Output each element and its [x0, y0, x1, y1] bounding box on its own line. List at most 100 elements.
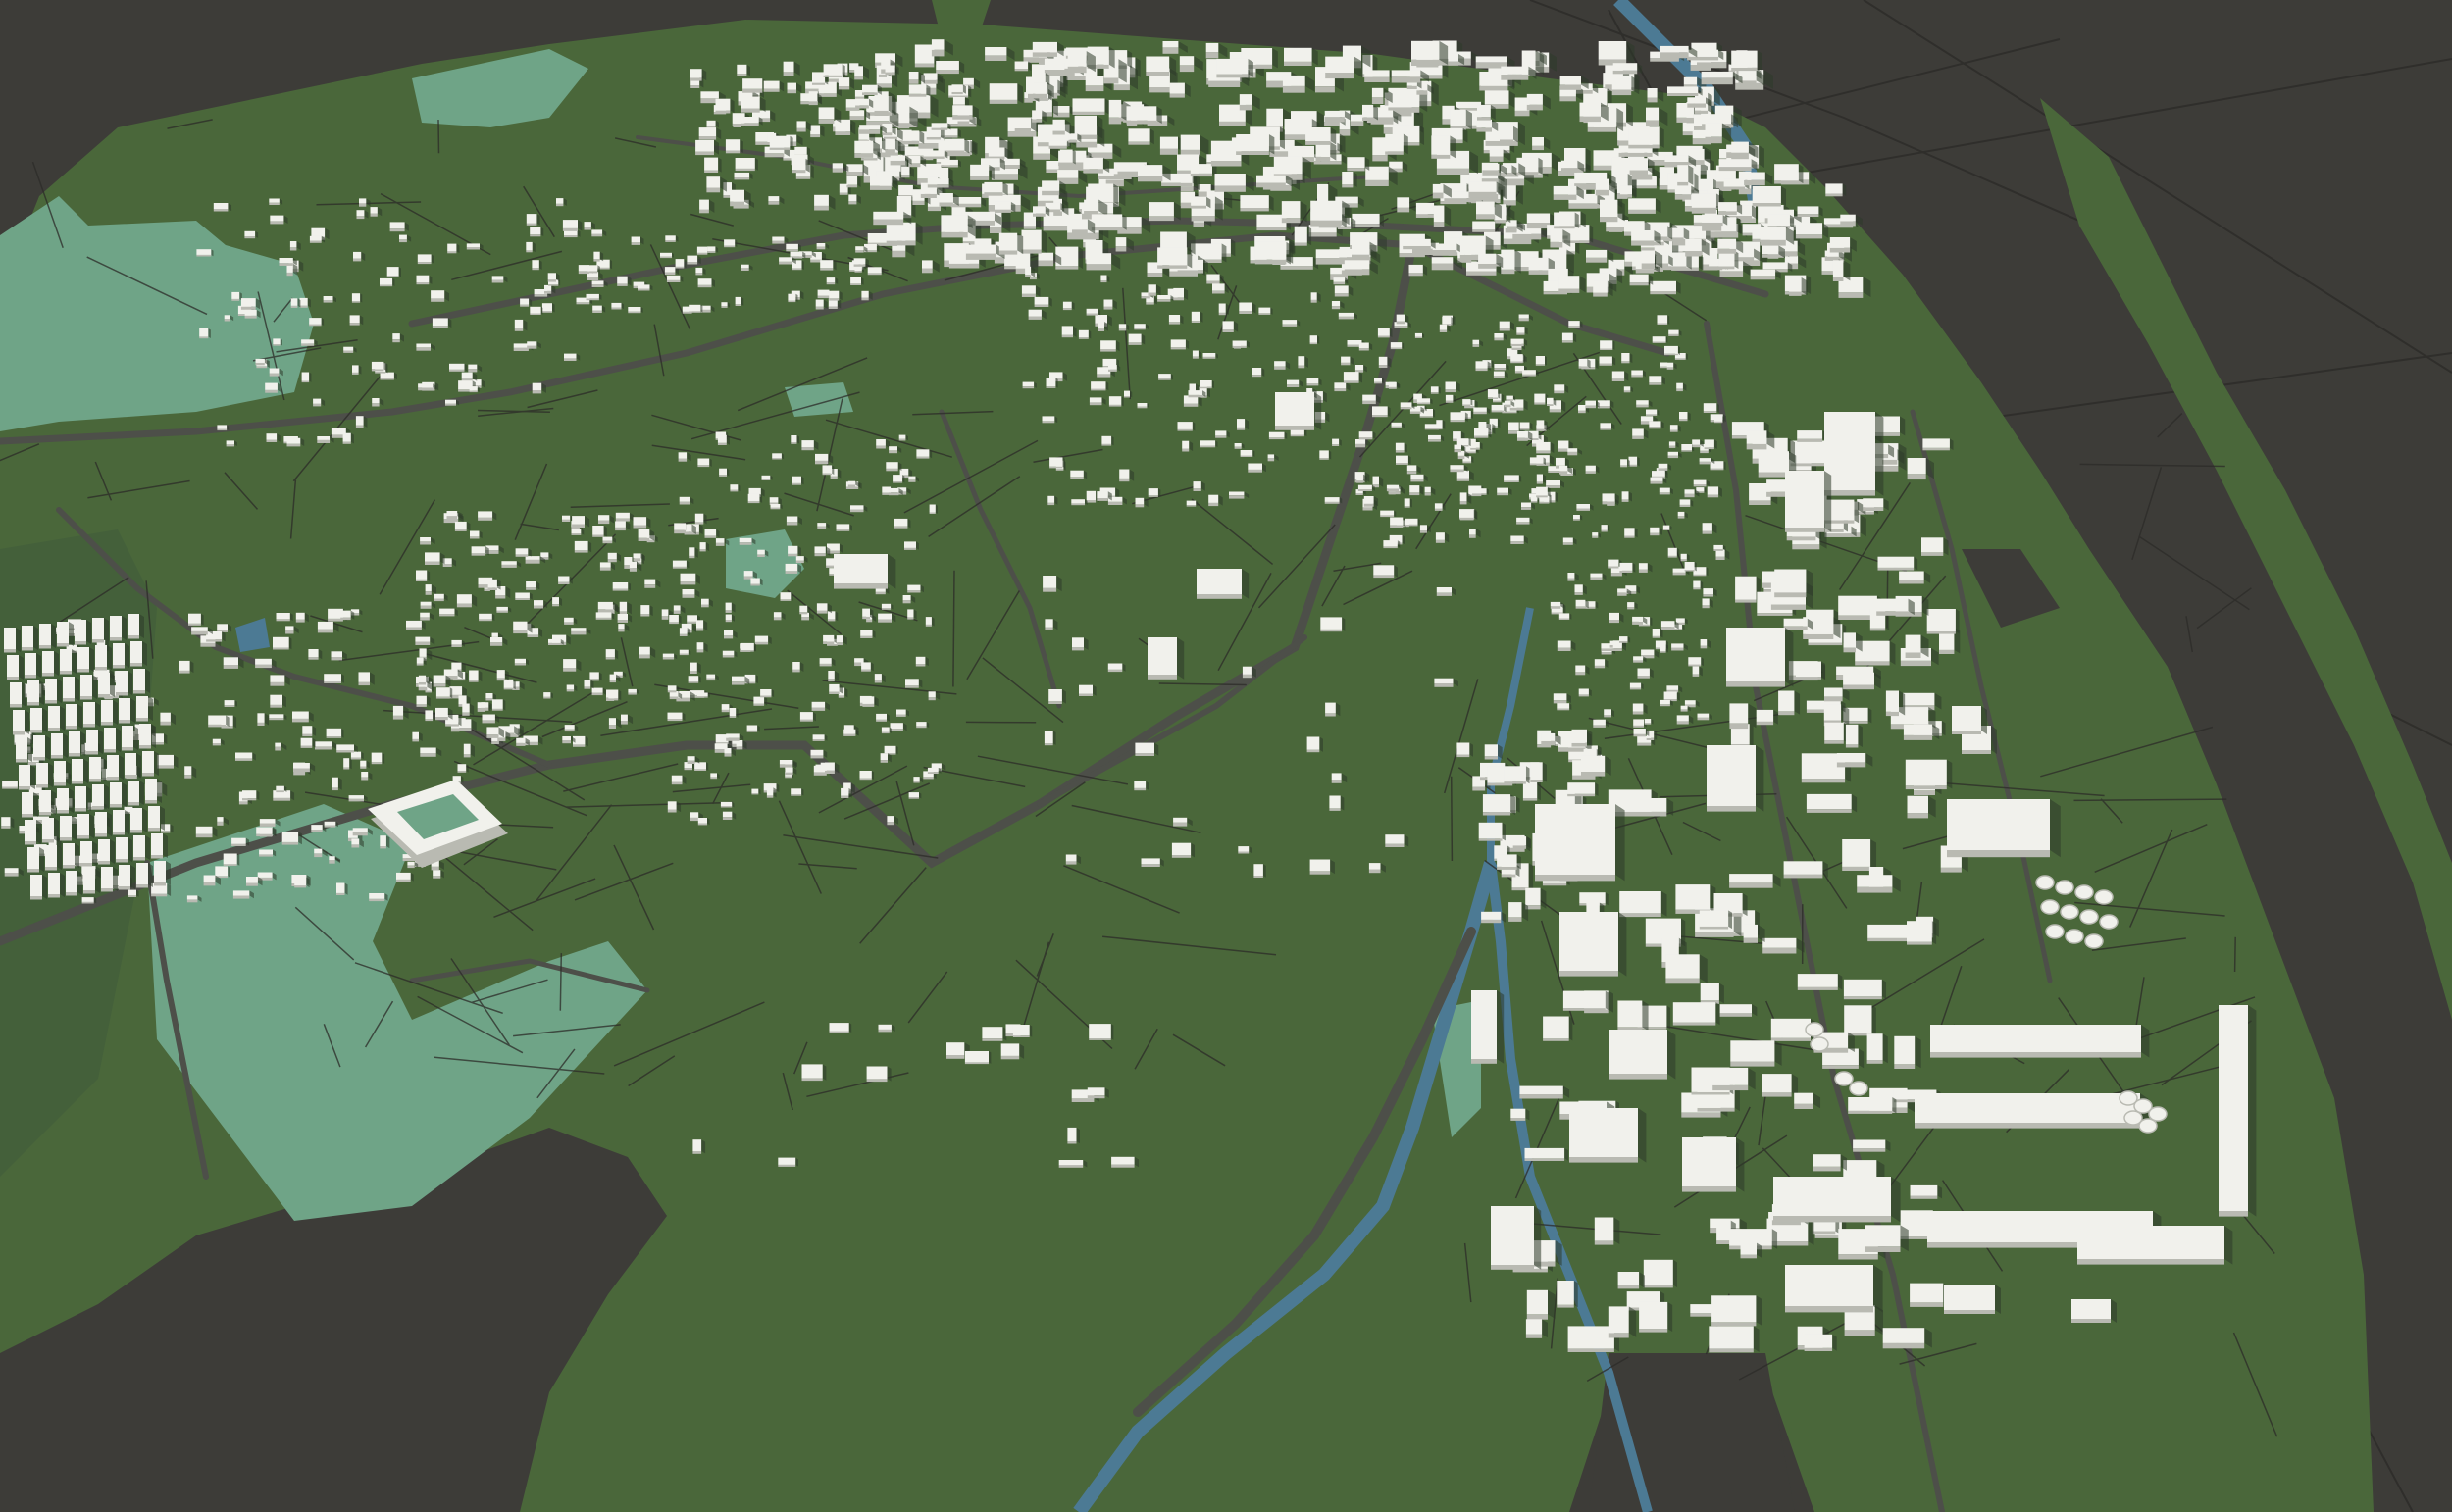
building-side	[612, 588, 629, 591]
building-roof	[157, 754, 174, 766]
building-roof	[380, 835, 386, 846]
building-side	[799, 719, 813, 722]
building-shadow	[1659, 126, 1664, 148]
building-side	[343, 767, 350, 770]
building-roof	[1411, 40, 1440, 60]
building-695	[332, 777, 342, 791]
building-roof	[1683, 76, 1698, 85]
building-roof	[348, 795, 364, 799]
building-side	[255, 664, 272, 669]
building-roof	[850, 505, 864, 510]
building-roof	[1028, 82, 1047, 94]
building-426	[1059, 149, 1076, 165]
building-roof	[907, 584, 921, 591]
building-side	[1731, 152, 1749, 160]
building-1037	[841, 787, 852, 798]
building-roof	[847, 480, 856, 485]
building-side	[1128, 141, 1150, 145]
building-roof	[828, 671, 835, 679]
building-side	[638, 537, 650, 541]
building-side	[478, 517, 493, 521]
building-side	[870, 185, 892, 190]
building-roof	[945, 138, 965, 151]
building-shadow	[349, 758, 352, 770]
building-side	[273, 647, 289, 650]
building-370	[1385, 133, 1408, 155]
building-roof	[1160, 231, 1187, 250]
building-side	[761, 479, 771, 480]
building-side	[501, 564, 517, 568]
building-side	[970, 176, 990, 180]
building-roof	[217, 817, 224, 822]
building-roof	[358, 672, 370, 682]
building-roof	[566, 684, 575, 690]
building-roof	[1067, 51, 1087, 67]
map-viewport[interactable]	[0, 0, 2452, 1512]
building-side	[1744, 179, 1765, 186]
building-side	[370, 213, 378, 217]
building-419	[1501, 249, 1521, 275]
building-side	[1719, 271, 1744, 277]
building-roof	[534, 600, 544, 606]
building-roof	[294, 877, 307, 886]
building-728	[336, 882, 348, 895]
building-side	[1032, 119, 1043, 123]
building-549	[1650, 280, 1681, 295]
building-side	[669, 696, 679, 700]
building-side	[1282, 85, 1305, 93]
building-roof	[332, 777, 338, 788]
building-658	[223, 853, 240, 866]
building-shadow	[1403, 133, 1408, 155]
building-side	[1190, 173, 1212, 177]
building-side	[739, 542, 752, 545]
building-side	[1147, 272, 1163, 277]
building-roof	[584, 222, 591, 227]
building-side	[785, 772, 793, 776]
building-side	[1042, 190, 1060, 196]
building-side	[734, 177, 750, 180]
building-side	[814, 205, 829, 211]
building-roof	[746, 725, 758, 731]
building-side	[931, 127, 948, 130]
building-side	[875, 591, 886, 595]
building-side	[741, 650, 754, 652]
building-roof	[898, 184, 913, 195]
building-roof	[735, 296, 741, 305]
building-roof	[907, 609, 914, 618]
building-side	[732, 681, 745, 685]
building-side	[482, 720, 495, 724]
building-side	[1489, 156, 1504, 162]
building-roof	[586, 293, 599, 299]
building-side	[812, 738, 825, 741]
building-roof	[667, 801, 677, 810]
building-side	[290, 305, 298, 308]
building-roof	[988, 147, 1005, 157]
building-side	[270, 681, 285, 686]
building-side	[1635, 269, 1655, 274]
building-side	[894, 526, 908, 529]
building-roof	[454, 521, 467, 529]
building-side	[746, 730, 758, 732]
building-1166	[199, 328, 211, 339]
building-roof	[639, 646, 650, 655]
building-roof	[617, 614, 628, 621]
building-roof	[1660, 45, 1689, 53]
building-roof	[904, 541, 916, 548]
building-roof	[788, 545, 798, 554]
building-roof	[1600, 199, 1618, 217]
building-side	[308, 657, 319, 660]
building-side	[244, 236, 256, 239]
building-roof	[416, 695, 427, 705]
building-side	[1350, 121, 1364, 126]
building-shadow	[1306, 226, 1312, 246]
city-map-render[interactable]	[0, 0, 2452, 1512]
building-roof	[832, 163, 843, 169]
building-side	[485, 698, 493, 701]
building-side	[896, 714, 906, 717]
building-roof	[372, 398, 380, 404]
building-roof	[1281, 201, 1301, 219]
building-side	[860, 635, 873, 638]
building-roof	[514, 319, 524, 328]
building-side	[1159, 148, 1178, 155]
building-roof	[361, 772, 369, 778]
